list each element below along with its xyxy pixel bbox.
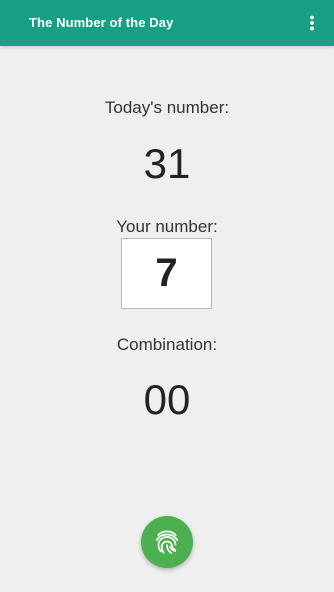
combination-value: 00 (143, 376, 191, 423)
app-screen: The Number of the Day Today's number: 31… (0, 0, 334, 592)
more-vert-icon (310, 15, 314, 31)
your-number-input[interactable]: 7 (121, 238, 212, 309)
todays-number-value: 31 (143, 140, 191, 187)
fingerprint-icon (155, 530, 179, 554)
fingerprint-button[interactable] (141, 516, 193, 568)
app-title: The Number of the Day (29, 15, 174, 30)
app-bar: The Number of the Day (0, 0, 334, 46)
todays-number-label: Today's number: (104, 98, 230, 117)
overflow-menu-button[interactable] (302, 13, 322, 33)
combination-label: Combination: (116, 335, 218, 354)
your-number-label: Your number: (116, 217, 218, 236)
